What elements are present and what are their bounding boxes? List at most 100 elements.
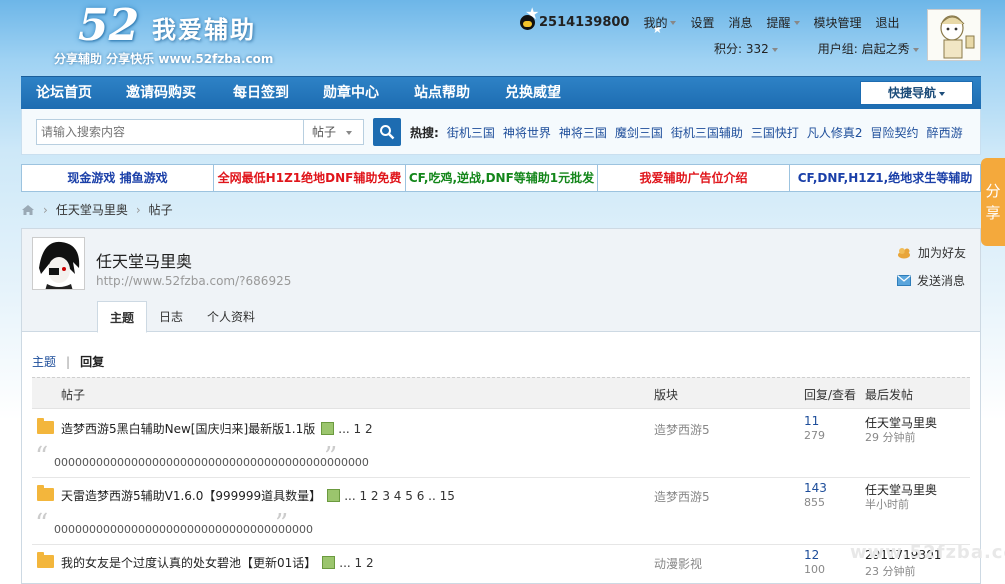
hot-keyword[interactable]: 街机三国 bbox=[447, 124, 495, 141]
user-group-text: 用户组: 启起之秀 bbox=[817, 42, 910, 56]
hot-keyword[interactable]: 神将三国 bbox=[559, 124, 607, 141]
thread-replies[interactable]: 143 bbox=[804, 481, 827, 495]
thread-replies[interactable]: 11 bbox=[804, 414, 819, 428]
close-quote-icon: ” bbox=[275, 509, 289, 539]
close-quote-icon: ” bbox=[324, 442, 338, 472]
link-reminders-label: 提醒 bbox=[766, 15, 791, 30]
hot-keyword[interactable]: 醉西游 bbox=[927, 124, 963, 141]
folder-icon bbox=[37, 485, 54, 501]
tab-blog[interactable]: 日志 bbox=[147, 301, 195, 333]
ad-link[interactable]: 现金游戏 捕鱼游戏 bbox=[22, 165, 214, 191]
user-stats: 积分: 332 用户组: 启起之秀 bbox=[714, 40, 919, 57]
profile-url[interactable]: http://www.52fzba.com/?686925 bbox=[96, 274, 291, 288]
ad-text: 现金游戏 捕鱼游戏 bbox=[67, 171, 168, 185]
nav-exchange[interactable]: 兑换威望 bbox=[505, 77, 561, 110]
last-post-time[interactable]: 23 分钟前 bbox=[865, 563, 916, 579]
col-post: 帖子 bbox=[61, 388, 86, 402]
search-input[interactable] bbox=[36, 119, 304, 145]
link-settings[interactable]: 设置 bbox=[690, 14, 714, 31]
hot-keyword[interactable]: 街机三国辅助 bbox=[671, 124, 743, 141]
reply-quote: “ 0000000000000000000000000000000000000 … bbox=[32, 509, 970, 545]
hot-search-label: 热搜: bbox=[410, 126, 439, 140]
ad-link[interactable]: 我爱辅助广告位介绍 bbox=[598, 165, 790, 191]
hot-keyword[interactable]: 魔剑三国 bbox=[615, 124, 663, 141]
watermark: www.52fzba.com bbox=[850, 542, 1005, 563]
breadcrumb-separator: › bbox=[43, 202, 48, 217]
ad-link[interactable]: 全网最低H1Z1绝地DNF辅助免费 bbox=[214, 165, 406, 191]
thread-title[interactable]: 造梦西游5黑白辅助New[国庆归来]最新版1.1版 bbox=[61, 420, 315, 437]
avatar[interactable] bbox=[927, 9, 981, 61]
thread-pages[interactable]: ... 1 2 bbox=[338, 422, 372, 436]
hot-keyword[interactable]: 冒险契约 bbox=[871, 124, 919, 141]
tab-profile[interactable]: 个人资料 bbox=[195, 301, 267, 333]
thread-title[interactable]: 天雷造梦西游5辅助V1.6.0【999999道具数量】 bbox=[61, 487, 321, 504]
nav-checkin[interactable]: 每日签到 bbox=[233, 77, 289, 110]
thread-subject: 造梦西游5黑白辅助New[国庆归来]最新版1.1版 ... 1 2 bbox=[61, 420, 373, 437]
thread-views: 279 bbox=[804, 429, 825, 442]
home-icon[interactable] bbox=[21, 204, 35, 216]
send-message-button[interactable]: 发送消息 bbox=[897, 272, 965, 289]
breadcrumb-posts[interactable]: 帖子 bbox=[149, 201, 173, 218]
share-tab[interactable]: 分享 bbox=[981, 158, 1005, 246]
col-reply-view: 回复/查看 bbox=[804, 388, 857, 402]
points[interactable]: 积分: 332 bbox=[714, 40, 778, 57]
chevron-down-icon bbox=[912, 47, 919, 52]
envelope-icon bbox=[897, 275, 911, 286]
open-quote-icon: “ bbox=[35, 442, 49, 472]
profile-avatar[interactable] bbox=[32, 237, 85, 290]
open-quote-icon: “ bbox=[35, 509, 49, 539]
search-button[interactable] bbox=[373, 118, 401, 146]
add-friend-label: 加为好友 bbox=[918, 246, 967, 260]
thread-forum[interactable]: 动漫影视 bbox=[654, 555, 702, 572]
chevron-down-icon bbox=[670, 21, 677, 25]
quick-nav-label: 快捷导航 bbox=[887, 86, 936, 100]
col-last-post: 最后发帖 bbox=[865, 388, 914, 402]
breadcrumb-separator: › bbox=[135, 202, 141, 217]
ad-link[interactable]: CF,吃鸡,逆战,DNF等辅助1元批发 bbox=[406, 165, 598, 191]
subtab-topics[interactable]: 主题 bbox=[32, 353, 56, 370]
send-message-label: 发送消息 bbox=[917, 274, 966, 288]
link-my[interactable]: 我的 bbox=[643, 14, 677, 31]
link-my-label: 我的 bbox=[643, 15, 668, 30]
add-friend-icon bbox=[898, 247, 910, 258]
chevron-down-icon bbox=[939, 91, 945, 96]
thread-pages[interactable]: ... 1 2 3 4 5 6 .. 15 bbox=[344, 489, 455, 503]
reply-quote-text[interactable]: 0000000000000000000000000000000000000000… bbox=[54, 456, 369, 469]
thread-pages[interactable]: ... 1 2 bbox=[339, 556, 373, 570]
quick-nav-button[interactable]: 快捷导航 bbox=[860, 81, 973, 105]
search-icon bbox=[380, 125, 395, 140]
hot-keyword[interactable]: 三国快打 bbox=[751, 124, 799, 141]
points-text: 积分: 332 bbox=[714, 42, 769, 56]
table-row: 造梦西游5黑白辅助New[国庆归来]最新版1.1版 ... 1 2 造梦西游5 … bbox=[32, 411, 970, 444]
logo-name[interactable]: 我爱辅助 bbox=[152, 10, 256, 45]
user-topbar: 2514139800 我的 设置 消息 提醒 模块管理 退出 bbox=[520, 12, 900, 32]
last-post-time[interactable]: 29 分钟前 bbox=[865, 429, 916, 445]
tab-topics[interactable]: 主题 bbox=[97, 301, 148, 333]
last-post-time[interactable]: 半小时前 bbox=[865, 496, 909, 512]
link-logout[interactable]: 退出 bbox=[876, 14, 900, 31]
nav-invite-code[interactable]: 邀请码购买 bbox=[126, 77, 196, 110]
nav-home[interactable]: 论坛首页 bbox=[36, 77, 92, 110]
subtab-divider: | bbox=[66, 354, 71, 369]
table-row: 我的女友是个过度认真的处女碧池【更新01话】 ... 1 2 动漫影视 12 1… bbox=[32, 545, 970, 578]
add-friend-button[interactable]: 加为好友 bbox=[897, 244, 966, 261]
ad-text: 我爱辅助广告位介绍 bbox=[639, 171, 748, 185]
subtab-replies[interactable]: 回复 bbox=[80, 353, 104, 370]
thread-replies[interactable]: 12 bbox=[804, 548, 819, 562]
ad-link[interactable]: CF,DNF,H1Z1,绝地求生等辅助 bbox=[790, 165, 980, 191]
hot-keyword[interactable]: 凡人修真2 bbox=[807, 124, 863, 141]
logo-number[interactable]: 52 bbox=[78, 0, 139, 51]
thread-forum[interactable]: 造梦西游5 bbox=[654, 488, 710, 505]
nav-help[interactable]: 站点帮助 bbox=[414, 77, 470, 110]
link-reminders[interactable]: 提醒 bbox=[767, 14, 800, 31]
link-module-manage[interactable]: 模块管理 bbox=[814, 14, 862, 31]
breadcrumb-user[interactable]: 任天堂马里奥 bbox=[56, 201, 128, 218]
nav-medals[interactable]: 勋章中心 bbox=[323, 77, 379, 110]
link-messages[interactable]: 消息 bbox=[729, 14, 753, 31]
user-group[interactable]: 用户组: 启起之秀 bbox=[818, 40, 919, 57]
thread-forum[interactable]: 造梦西游5 bbox=[654, 421, 710, 438]
search-type-select[interactable]: 帖子 bbox=[304, 119, 364, 145]
hot-keyword[interactable]: 神将世界 bbox=[503, 124, 551, 141]
qq-number[interactable]: 2514139800 bbox=[520, 14, 629, 30]
thread-title[interactable]: 我的女友是个过度认真的处女碧池【更新01话】 bbox=[61, 554, 316, 571]
